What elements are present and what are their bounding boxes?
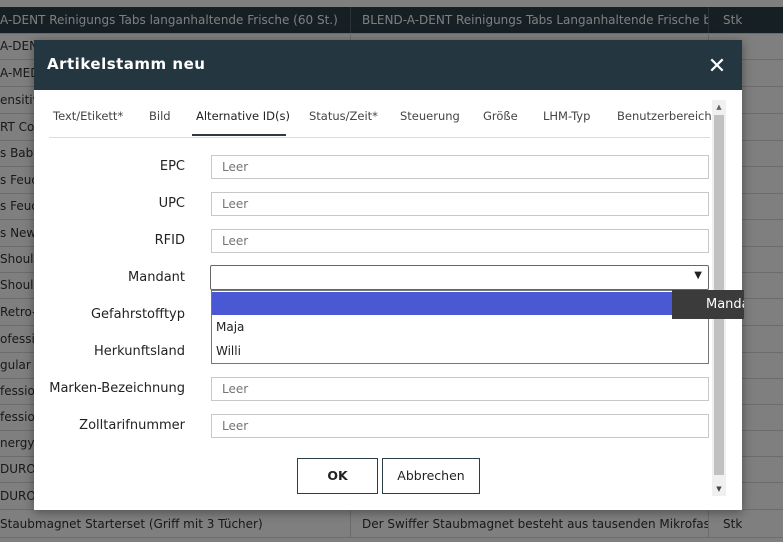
epc-field[interactable] <box>211 155 709 179</box>
dropdown-option-empty[interactable] <box>212 292 708 315</box>
article-dialog: Artikelstamm neu ✕ Text/Etikett* Bild Al… <box>34 40 742 510</box>
ok-button[interactable]: OK <box>297 458 378 494</box>
dropdown-option-maja[interactable]: Maja <box>212 316 708 339</box>
rfid-field[interactable] <box>211 229 709 253</box>
upc-field[interactable] <box>211 192 709 216</box>
marken-bezeichnung-field[interactable] <box>211 377 709 401</box>
mandant-dropdown-list: Maja Willi <box>211 290 709 364</box>
tab-alternative-ids[interactable]: Alternative ID(s) <box>196 109 290 123</box>
close-icon[interactable]: ✕ <box>706 56 728 78</box>
gefahrstofftyp-label: Gefahrstofftyp <box>90 307 185 322</box>
mandant-select[interactable]: ▼ <box>210 265 709 290</box>
tab-benutzerbereich[interactable]: Benutzerbereich <box>617 109 712 123</box>
tab-lhm-typ[interactable]: LHM-Typ <box>543 109 590 123</box>
epc-label: EPC <box>159 159 185 174</box>
scroll-down-icon[interactable]: ▼ <box>712 482 726 496</box>
active-tab-indicator <box>192 134 286 136</box>
dropdown-option-willi[interactable]: Willi <box>212 340 708 363</box>
rfid-label: RFID <box>154 233 185 248</box>
zolltarifnummer-label: Zolltarifnummer <box>79 418 185 433</box>
tab-groesse[interactable]: Größe <box>483 109 518 123</box>
tab-status-zeit[interactable]: Status/Zeit* <box>309 109 378 123</box>
tab-steuerung[interactable]: Steuerung <box>400 109 460 123</box>
mandant-label: Mandant <box>128 270 185 285</box>
tab-bild[interactable]: Bild <box>149 109 171 123</box>
tab-bar: Text/Etikett* Bild Alternative ID(s) Sta… <box>49 100 712 138</box>
cancel-button[interactable]: Abbrechen <box>382 458 480 494</box>
scroll-up-icon[interactable]: ▲ <box>712 100 726 114</box>
mandant-tooltip: Mandant <box>672 290 744 319</box>
marken-bezeichnung-label: Marken-Bezeichnung <box>49 381 185 396</box>
dialog-title: Artikelstamm neu <box>47 55 206 73</box>
tab-text-etikett[interactable]: Text/Etikett* <box>53 109 123 123</box>
upc-label: UPC <box>158 196 185 211</box>
zolltarifnummer-field[interactable] <box>211 414 709 438</box>
herkunftsland-label: Herkunftsland <box>93 344 185 359</box>
dialog-header: Artikelstamm neu ✕ <box>34 40 742 90</box>
chevron-down-icon: ▼ <box>694 270 702 281</box>
